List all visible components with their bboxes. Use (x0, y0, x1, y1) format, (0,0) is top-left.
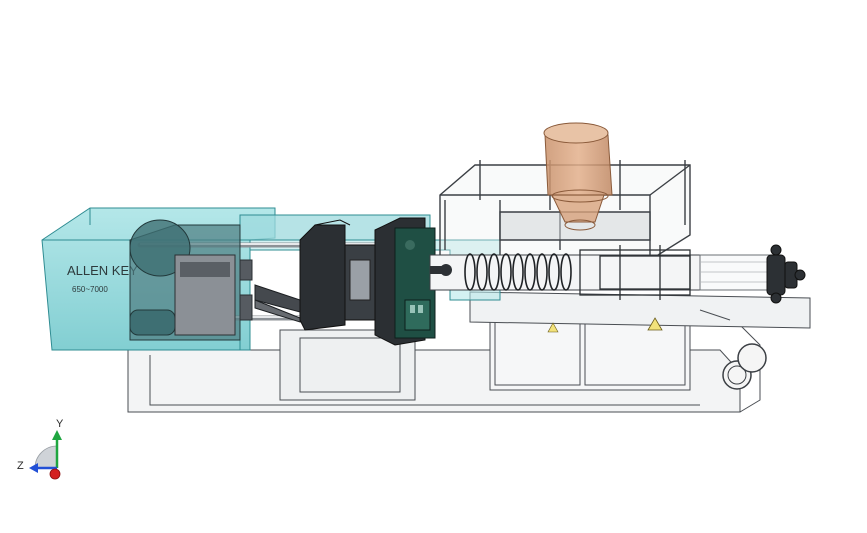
view-triad: Y Z (17, 418, 64, 480)
triad-z-label: Z (17, 460, 24, 472)
injection-barrel (429, 254, 776, 291)
rear-platen (129, 219, 253, 341)
stationary-platen (374, 217, 436, 346)
model-canvas[interactable]: ALLEN KEY 650~7000 Y Z (0, 0, 867, 533)
triad-backplane (34, 445, 58, 469)
graphics-viewport[interactable]: ALLEN KEY 650~7000 Y Z (0, 0, 867, 533)
triad-x-axis-icon (49, 468, 61, 480)
rear-motor-cap (766, 244, 806, 304)
triad-y-arrow-icon (52, 430, 62, 440)
model-label-code: 650~7000 (72, 285, 108, 294)
triad-y-label: Y (56, 418, 64, 430)
triad-z-arrow-icon (29, 463, 38, 473)
model-label-title: ALLEN KEY (67, 263, 138, 278)
